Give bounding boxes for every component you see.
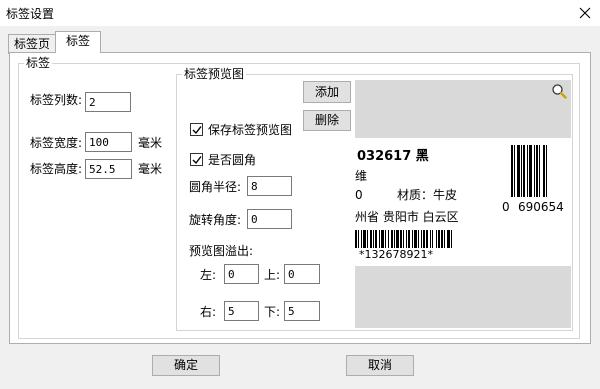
overflow-bottom-label: 下: <box>264 305 281 319</box>
overflow-right-input[interactable]: 5 <box>224 301 259 321</box>
barcode-bar <box>534 145 535 197</box>
barcode-bar <box>521 145 522 197</box>
barcode-bar <box>394 230 395 248</box>
barcode-bar <box>546 145 547 197</box>
window-title: 标签设置 <box>6 7 55 21</box>
barcode-bar <box>403 230 404 248</box>
rotation-label: 旋转角度: <box>189 213 242 227</box>
checkmark-icon <box>192 156 202 165</box>
barcode-bar <box>441 230 443 248</box>
label-settings-window: 标签设置 标签页 标签 标签 标签列数: 2 标签宽度: 100 毫米 标签高度… <box>0 0 600 389</box>
rounded-checkbox[interactable] <box>190 153 203 166</box>
barcode-bar <box>451 230 452 248</box>
delete-button[interactable]: 删除 <box>303 110 351 131</box>
barcode-bar <box>543 145 545 197</box>
overflow-top-input[interactable]: 0 <box>284 264 320 284</box>
barcode-bar <box>381 230 384 248</box>
close-button[interactable] <box>570 0 600 26</box>
checkmark-icon <box>192 126 202 135</box>
barcode-bar <box>400 230 402 248</box>
ok-button[interactable]: 确定 <box>152 355 220 376</box>
barcode-bar <box>358 230 359 248</box>
preview-barcode-vertical <box>511 145 547 197</box>
label-width-input[interactable]: 100 <box>85 132 132 152</box>
barcode-bar <box>396 230 399 248</box>
label-height-unit: 毫米 <box>138 162 163 176</box>
barcode-bar <box>373 230 374 248</box>
label-height-input[interactable]: 52.5 <box>85 159 132 179</box>
barcode-bar <box>447 230 450 248</box>
label-columns-input[interactable]: 2 <box>85 92 131 112</box>
barcode-bar <box>370 230 372 248</box>
close-icon <box>579 7 591 19</box>
save-preview-label: 保存标签预览图 <box>208 123 293 137</box>
barcode-bar <box>430 230 431 248</box>
barcode-bar <box>363 230 366 248</box>
barcode-bar <box>444 230 445 248</box>
label-columns-label: 标签列数: <box>30 93 83 107</box>
barcode-bar <box>367 230 368 248</box>
barcode-bar <box>408 230 410 248</box>
barcode-bar <box>536 145 538 197</box>
barcode-bar <box>375 230 377 248</box>
barcode-bar <box>438 230 440 248</box>
label-card: 032617 黑 维 0 材质：牛皮 州省 贵阳市 白云区 *132678921… <box>355 138 571 266</box>
barcode-bar <box>539 145 540 197</box>
preview-barcode-digits: 690654 <box>518 200 564 214</box>
preview-barcode-text: *132678921* <box>359 248 433 261</box>
preview-line2: 维 <box>355 169 368 183</box>
barcode-bar <box>421 230 422 248</box>
tab-label-page[interactable]: 标签页 <box>8 34 56 54</box>
barcode-bar <box>432 230 433 248</box>
label-height-label: 标签高度: <box>30 162 83 176</box>
preview-overflow-label: 预览图溢出: <box>189 244 254 258</box>
add-button[interactable]: 添加 <box>303 81 351 103</box>
preview-line3: 材质：牛皮 <box>397 188 458 202</box>
barcode-bar <box>412 230 413 248</box>
barcode-bar <box>414 230 417 248</box>
overflow-bottom-input[interactable]: 5 <box>284 301 320 321</box>
barcode-bar <box>361 230 362 248</box>
preview-group-title: 标签预览图 <box>182 67 247 81</box>
barcode-bar <box>436 230 437 248</box>
barcode-bar <box>388 230 389 248</box>
barcode-bar <box>406 230 407 248</box>
barcode-bar <box>511 145 513 197</box>
tab-label[interactable]: 标签 <box>55 31 101 53</box>
preview-line1: 032617 黑 <box>357 149 429 164</box>
cancel-button[interactable]: 取消 <box>346 355 414 376</box>
barcode-bar <box>379 230 380 248</box>
barcode-bar <box>418 230 419 248</box>
barcode-bar <box>517 145 520 197</box>
label-group-title: 标签 <box>24 56 53 70</box>
barcode-bar <box>423 230 425 248</box>
overflow-top-label: 上: <box>264 268 281 282</box>
label-width-label: 标签宽度: <box>30 136 83 150</box>
barcode-bar <box>527 145 528 197</box>
rounded-label: 是否圆角 <box>208 153 257 167</box>
overflow-left-input[interactable]: 0 <box>224 264 259 284</box>
barcode-bar <box>355 230 357 248</box>
rotation-input[interactable]: 0 <box>247 209 292 229</box>
barcode-bar <box>391 230 393 248</box>
barcode-bar <box>426 230 428 248</box>
label-preview-image: 032617 黑 维 0 材质：牛皮 州省 贵阳市 白云区 *132678921… <box>355 80 571 328</box>
magnifier-icon[interactable] <box>551 83 567 99</box>
overflow-right-label: 右: <box>200 305 217 319</box>
barcode-bar <box>385 230 386 248</box>
preview-line3-prefix: 0 <box>355 188 363 202</box>
barcode-bar <box>514 145 515 197</box>
barcode-bar <box>529 145 532 197</box>
title-bar: 标签设置 <box>0 0 600 26</box>
overflow-left-label: 左: <box>200 268 217 282</box>
corner-radius-input[interactable]: 8 <box>247 176 292 196</box>
barcode-bar <box>523 145 525 197</box>
label-width-unit: 毫米 <box>138 136 163 150</box>
preview-line4: 州省 贵阳市 白云区 <box>355 210 459 224</box>
save-preview-checkbox[interactable] <box>190 123 203 136</box>
preview-barcode-horizontal <box>355 230 452 248</box>
preview-barcode-digit-left: 0 <box>502 200 510 214</box>
corner-radius-label: 圆角半径: <box>189 180 242 194</box>
